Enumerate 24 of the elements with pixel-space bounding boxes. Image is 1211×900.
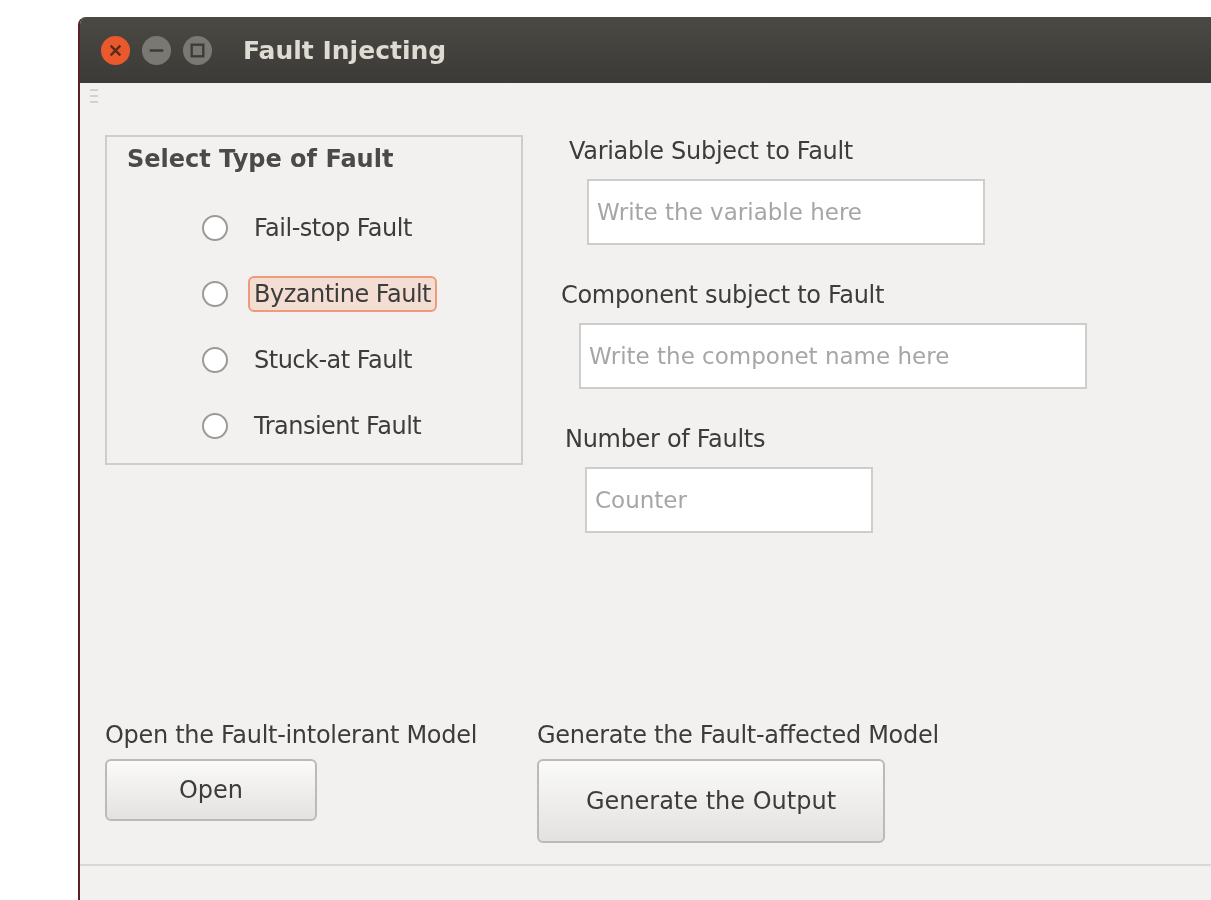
radio-label[interactable]: Fail-stop Fault bbox=[248, 210, 418, 246]
action-label: Open the Fault-intolerant Model bbox=[105, 720, 477, 751]
radio-button[interactable] bbox=[202, 281, 228, 307]
input-field[interactable]: Counter bbox=[585, 467, 873, 533]
radio-label[interactable]: Stuck-at Fault bbox=[248, 342, 418, 378]
radio-button[interactable] bbox=[202, 215, 228, 241]
input-field[interactable]: Write the componet name here bbox=[579, 323, 1087, 389]
input-field[interactable]: Write the variable here bbox=[587, 179, 985, 245]
generate-button[interactable]: Generate the Output bbox=[537, 759, 885, 843]
radio-label[interactable]: Transient Fault bbox=[248, 408, 428, 444]
action-label: Generate the Fault-affected Model bbox=[537, 720, 939, 751]
field-label: Variable Subject to Fault bbox=[569, 136, 853, 167]
radio-label[interactable]: Byzantine Fault bbox=[248, 276, 437, 312]
group-title: Select Type of Fault bbox=[127, 145, 395, 173]
field-label: Number of Faults bbox=[565, 424, 766, 455]
minimize-icon[interactable] bbox=[141, 34, 172, 66]
close-icon[interactable] bbox=[100, 34, 131, 66]
window-title: Fault Injecting bbox=[243, 35, 447, 65]
grip-icon[interactable] bbox=[90, 89, 98, 103]
field-label: Component subject to Fault bbox=[561, 280, 885, 311]
radio-button[interactable] bbox=[202, 347, 228, 373]
maximize-icon[interactable] bbox=[182, 34, 213, 66]
radio-button[interactable] bbox=[202, 413, 228, 439]
open-button[interactable]: Open bbox=[105, 759, 317, 821]
